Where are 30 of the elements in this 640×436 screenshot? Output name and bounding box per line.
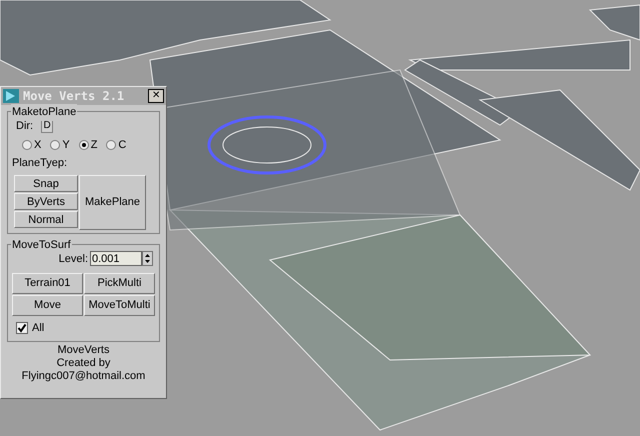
level-label: Level: bbox=[58, 252, 88, 266]
radio-label: X bbox=[34, 138, 42, 152]
radio-button[interactable] bbox=[106, 140, 116, 150]
surface-button[interactable]: PickMulti bbox=[84, 273, 155, 294]
spinner-arrows-icon bbox=[142, 251, 153, 266]
surface-button[interactable]: Terrain01 bbox=[12, 273, 83, 294]
close-button[interactable]: ✕ bbox=[148, 89, 164, 103]
plane-type-button[interactable]: ByVerts bbox=[14, 192, 78, 210]
plane-type-button[interactable]: Snap bbox=[14, 174, 78, 192]
dir-label: Dir: bbox=[16, 119, 34, 134]
window-title: Move Verts 2.1 bbox=[23, 88, 124, 105]
credit-text: MoveVerts bbox=[58, 344, 110, 356]
radio-label: C bbox=[118, 138, 126, 152]
radio-label: Y bbox=[62, 138, 70, 152]
group-title: MaketoPlane bbox=[11, 104, 78, 120]
surface-button[interactable]: MoveToMulti bbox=[84, 295, 155, 316]
credit-text: Created by bbox=[56, 356, 110, 370]
radio-button[interactable] bbox=[50, 140, 60, 150]
radio-label: Z bbox=[90, 138, 98, 152]
credit-text: Flyingc007@hotmail.com bbox=[22, 370, 146, 382]
app-logo-icon bbox=[3, 89, 19, 103]
surface-button[interactable]: Move bbox=[12, 295, 83, 316]
plane-type-button[interactable]: Normal bbox=[14, 210, 78, 228]
radio-button[interactable] bbox=[22, 140, 32, 150]
all-checkbox[interactable] bbox=[16, 322, 28, 334]
plane-type-label: PlaneTyep: bbox=[12, 156, 68, 171]
make-plane-button[interactable]: MakePlane bbox=[79, 174, 146, 230]
check-icon bbox=[17, 323, 27, 334]
radio-button[interactable] bbox=[78, 140, 89, 150]
all-label: All bbox=[32, 321, 44, 336]
